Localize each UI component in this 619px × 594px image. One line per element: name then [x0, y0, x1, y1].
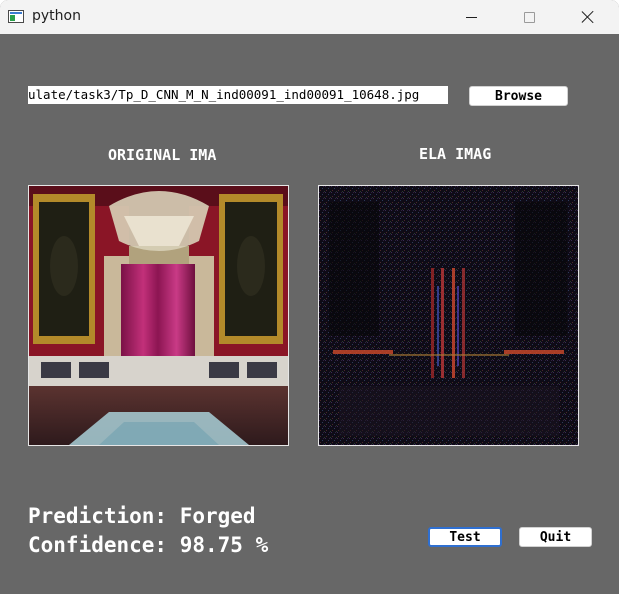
minimize-button[interactable]: [448, 0, 494, 34]
original-image-title: ORIGINAL IMA: [108, 146, 217, 164]
app-window-icon: [8, 10, 24, 23]
ela-image: [318, 185, 579, 446]
title-bar[interactable]: python: [0, 0, 619, 34]
original-image-picture: [29, 186, 288, 445]
close-button[interactable]: [565, 0, 611, 34]
close-icon: [581, 10, 595, 24]
window-title: python: [32, 8, 81, 24]
maximize-button[interactable]: [506, 0, 552, 34]
app-window: python Browse ORIGINAL IMA ELA IMAG: [0, 0, 619, 594]
maximize-icon: [523, 11, 535, 23]
prediction-label: Prediction: Forged: [28, 504, 256, 528]
ela-image-title: ELA IMAG: [419, 145, 492, 163]
test-button[interactable]: Test: [428, 527, 502, 547]
confidence-label: Confidence: 98.75 %: [28, 533, 269, 557]
file-path-input[interactable]: [28, 86, 448, 104]
minimize-icon: [465, 16, 477, 18]
browse-button[interactable]: Browse: [469, 86, 568, 106]
quit-button[interactable]: Quit: [519, 527, 592, 547]
original-image: [28, 185, 289, 446]
ela-image-picture: [319, 186, 578, 445]
